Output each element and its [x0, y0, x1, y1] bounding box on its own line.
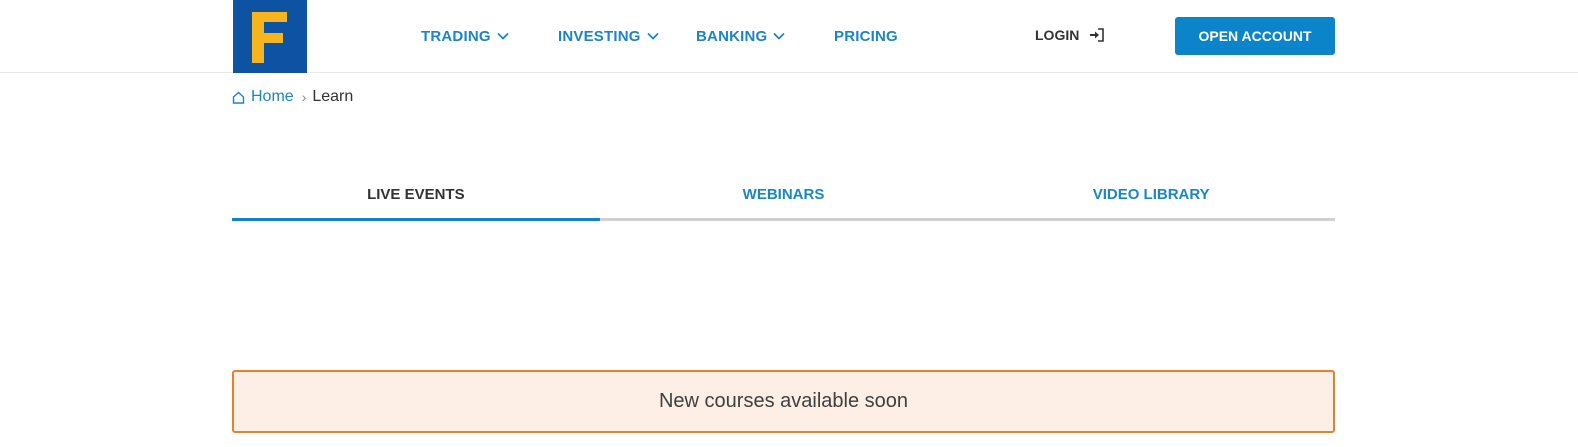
brand-logo[interactable] — [233, 0, 307, 73]
nav-banking-label: BANKING — [696, 27, 768, 45]
nav-pricing-label: PRICING — [834, 27, 898, 45]
open-account-button[interactable]: OPEN ACCOUNT — [1175, 17, 1335, 55]
tab-webinars-label: WEBINARS — [742, 186, 825, 203]
tab-live-events[interactable]: LIVE EVENTS — [232, 170, 600, 221]
nav-trading-label: TRADING — [421, 27, 491, 45]
chevron-down-icon — [773, 32, 786, 40]
notice-text: New courses available soon — [658, 390, 909, 412]
breadcrumb-current: Learn — [312, 88, 354, 105]
coming-soon-notice: New courses available soon — [232, 370, 1335, 433]
chevron-down-icon — [497, 32, 509, 40]
login-label: LOGIN — [1035, 27, 1080, 43]
login-link[interactable]: LOGIN — [1035, 24, 1105, 46]
breadcrumb-separator: › — [301, 89, 307, 105]
nav-banking[interactable]: BANKING — [696, 24, 786, 48]
tab-video-library-label: VIDEO LIBRARY — [1092, 186, 1210, 203]
site-header: TRADING INVESTING BANKING PRICING LOGIN … — [0, 0, 1578, 73]
tab-webinars[interactable]: WEBINARS — [599, 170, 968, 221]
chevron-down-icon — [647, 32, 659, 40]
learn-tabs: LIVE EVENTS WEBINARS VIDEO LIBRARY — [232, 170, 1336, 221]
nav-trading[interactable]: TRADING — [421, 24, 509, 48]
home-icon[interactable] — [232, 91, 245, 104]
breadcrumb-home-link[interactable]: Home — [251, 88, 294, 106]
tab-live-events-label: LIVE EVENTS — [367, 186, 465, 203]
breadcrumb: Home › Learn — [232, 87, 353, 107]
logo-f-icon — [252, 11, 287, 63]
sign-in-icon — [1089, 28, 1105, 42]
nav-pricing[interactable]: PRICING — [834, 24, 898, 48]
nav-investing-label: INVESTING — [558, 27, 641, 45]
tab-video-library[interactable]: VIDEO LIBRARY — [967, 170, 1336, 221]
nav-investing[interactable]: INVESTING — [558, 24, 659, 48]
